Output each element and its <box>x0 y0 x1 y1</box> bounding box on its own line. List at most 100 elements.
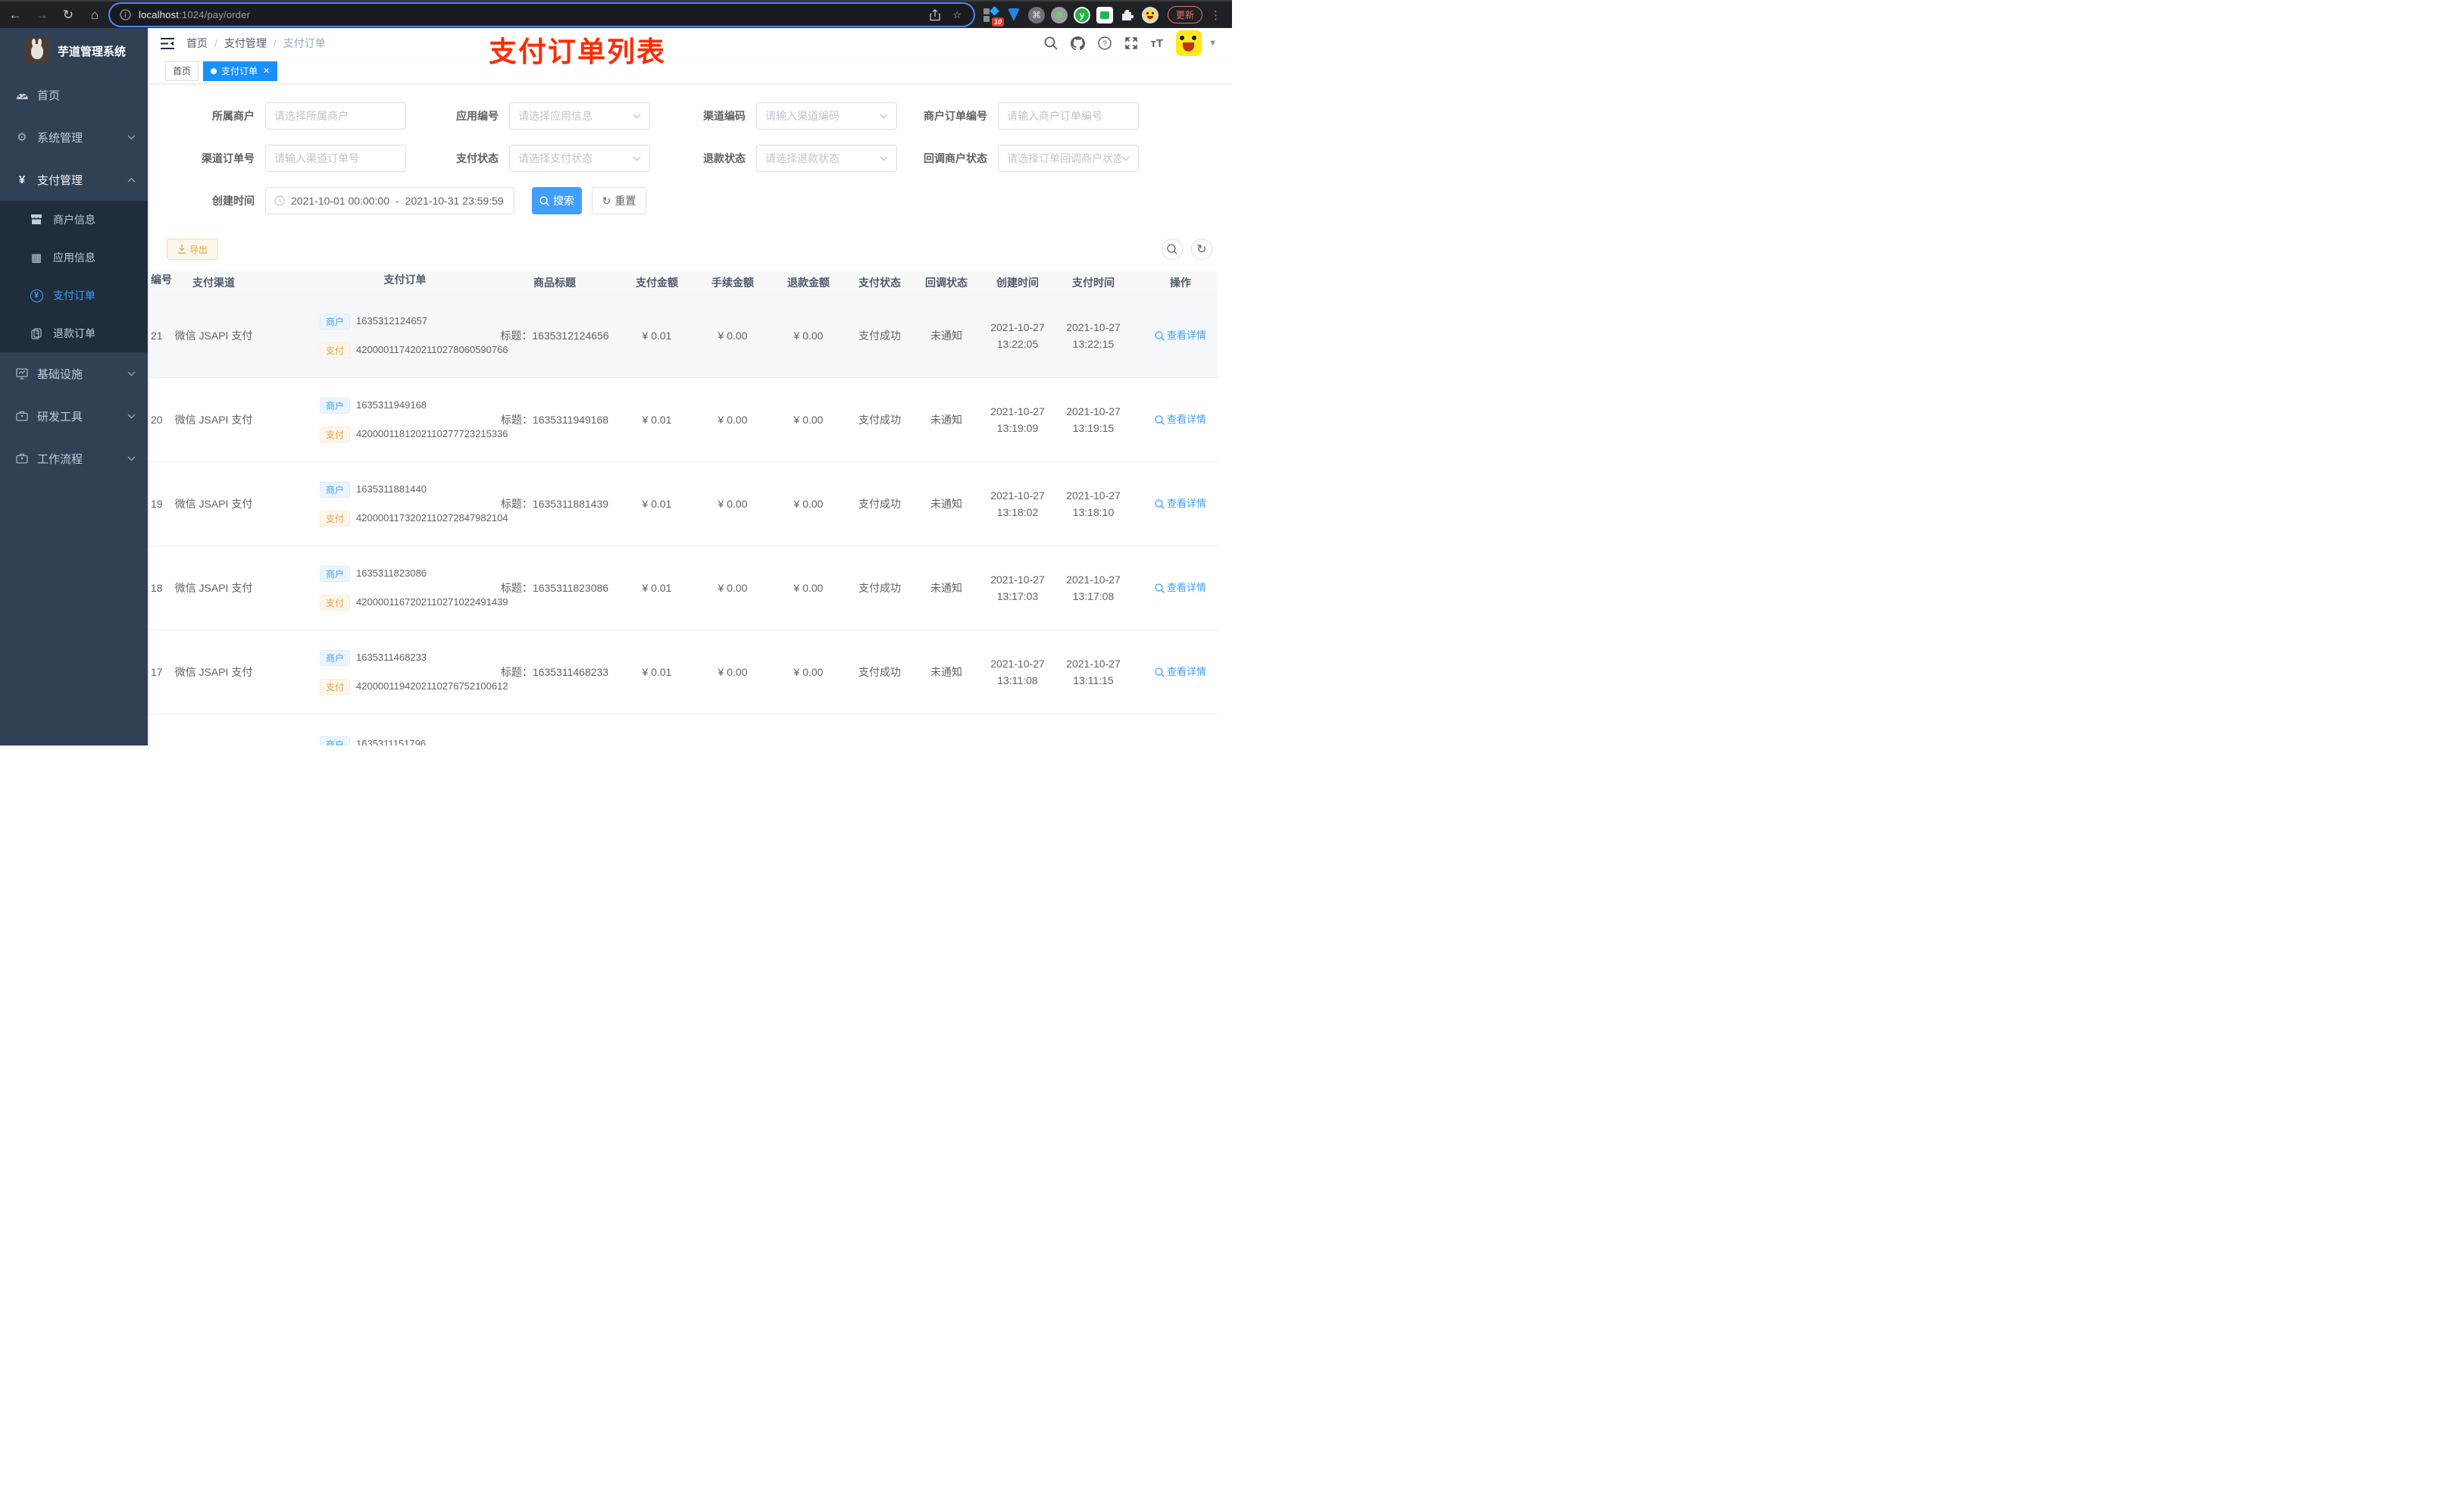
cell-id: 18 <box>151 582 163 594</box>
filter-label-pay-status: 支付状态 <box>456 152 499 164</box>
cell-pay-status: 支付成功 <box>858 582 901 594</box>
cell-channel <box>172 714 255 746</box>
export-button[interactable]: 导出 <box>167 239 218 260</box>
breadcrumb-pay[interactable]: 支付管理 <box>224 36 267 51</box>
reload-icon[interactable]: ↻ <box>61 8 76 23</box>
view-detail-link[interactable]: 查看详情 <box>1155 411 1206 428</box>
extension-blocks-icon[interactable]: 10 <box>983 5 1004 27</box>
merchant-order-no-input[interactable]: 请输入商户订单编号 <box>998 102 1139 130</box>
cell-title: 标题：1635312124656 <box>500 330 609 342</box>
cell-fee-amount: ¥ 0.00 <box>718 330 748 342</box>
app-select[interactable]: 请选择应用信息 <box>509 102 650 130</box>
collapse-sidebar-icon[interactable] <box>161 37 174 49</box>
share-icon[interactable] <box>930 8 940 21</box>
sidebar-item-app-info[interactable]: ▦ 应用信息 <box>0 239 148 277</box>
channel-pay-no: 4200001194202110276752100612 <box>356 680 508 692</box>
date-range-picker[interactable]: 2021-10-01 00:00:00 - 2021-10-31 23:59:5… <box>265 187 514 214</box>
view-detail-link[interactable]: 查看详情 <box>1155 664 1206 680</box>
channel-order-no-input[interactable]: 请输入渠道订单号 <box>265 145 406 172</box>
extension-y-icon[interactable]: y <box>1074 6 1090 23</box>
cell-pay-status: 支付成功 <box>858 498 901 510</box>
avatar-caret-icon[interactable]: ▼ <box>1209 39 1217 48</box>
merchant-tag: 商户 <box>320 397 351 414</box>
view-detail-link[interactable]: 查看详情 <box>1155 327 1206 344</box>
sidebar-item-devtools[interactable]: 研发工具 <box>0 395 148 437</box>
font-size-icon[interactable]: ᴛT <box>1151 37 1164 50</box>
cell-create-time: 2021-10-27 13:19:09 <box>990 405 1045 434</box>
extension-chat-icon[interactable] <box>1096 6 1113 23</box>
col-title: 商品标题 <box>533 277 576 289</box>
app-logo[interactable]: 芋道管理系统 <box>0 28 148 73</box>
sidebar-item-system[interactable]: ⚙ 系统管理 <box>0 116 148 158</box>
table-row[interactable]: 21 微信 JSAPI 支付 商户 1635312124657 支付 42000… <box>149 294 1218 378</box>
sidebar-item-refund-order[interactable]: 退款订单 <box>0 314 148 352</box>
cell-pay-time: 2021-10-27 13:11:15 <box>1066 658 1121 686</box>
cell-channel: 微信 JSAPI 支付 <box>174 414 253 426</box>
help-icon[interactable]: ? <box>1097 36 1112 50</box>
browser-menu-icon[interactable]: ⋮ <box>1210 8 1221 22</box>
address-bar[interactable]: localhost:1024/pay/order ☆ <box>110 4 974 26</box>
cell-refund-amount: ¥ 0.00 <box>793 582 824 594</box>
bookmark-star-icon[interactable]: ☆ <box>952 9 962 21</box>
cell-pay-amount: ¥ 0.01 <box>642 330 672 342</box>
profile-emoji-icon[interactable] <box>1142 6 1159 23</box>
chrome-update-button[interactable]: 更新 <box>1168 6 1203 23</box>
extension-command-icon[interactable]: ⌘ <box>1028 6 1045 23</box>
forward-icon[interactable]: → <box>34 8 49 23</box>
cell-notify-status: 未通知 <box>930 414 962 426</box>
extension-dot-icon[interactable] <box>1051 6 1068 23</box>
table-row[interactable]: 18 微信 JSAPI 支付 商户 1635311823086 支付 42000… <box>149 546 1218 630</box>
github-icon[interactable] <box>1070 36 1085 50</box>
home-icon[interactable]: ⌂ <box>87 8 102 23</box>
cell-fee-amount: ¥ 0.00 <box>718 498 748 510</box>
fullscreen-icon[interactable] <box>1124 36 1138 50</box>
table-row[interactable]: 19 微信 JSAPI 支付 商户 1635311881440 支付 42000… <box>149 462 1218 546</box>
cell-fee-amount: ¥ 0.00 <box>718 582 748 594</box>
cell-refund-amount <box>771 714 846 746</box>
user-avatar[interactable] <box>1176 30 1202 56</box>
sidebar-item-merchant-info[interactable]: 商户信息 <box>0 201 148 239</box>
store-icon <box>29 214 44 225</box>
col-actions: 操作 <box>1170 277 1191 289</box>
toggle-search-button[interactable] <box>1162 239 1183 260</box>
view-detail-link[interactable]: 查看详情 <box>1155 580 1206 596</box>
cell-pay-status: 支付成功 <box>858 414 901 426</box>
back-icon[interactable]: ← <box>8 8 23 23</box>
reset-button[interactable]: ↻ 重置 <box>592 187 646 214</box>
view-detail-link[interactable]: 查看详情 <box>1155 495 1206 512</box>
table-row[interactable]: 商户 1635311151796 <box>149 714 1218 746</box>
cell-create-time: 2021-10-27 13:17:03 <box>990 574 1045 602</box>
col-pay-status: 支付状态 <box>858 277 901 289</box>
extension-gem-icon[interactable] <box>1005 7 1022 23</box>
tag-home[interactable]: 首页 <box>165 61 199 81</box>
cell-pay-order: 商户 1635311881440 支付 42000011732021102728… <box>255 462 508 545</box>
tag-pay-order[interactable]: 支付订单 ✕ <box>203 61 278 81</box>
chevron-down-icon <box>127 456 136 461</box>
filter-label-channel-code: 渠道编码 <box>703 110 746 122</box>
sidebar-item-workflow[interactable]: 工作流程 <box>0 437 148 480</box>
refund-status-select[interactable]: 请选择退款状态 <box>756 145 897 172</box>
yen-circle-icon: ¥ <box>29 289 44 302</box>
table-row[interactable]: 17 微信 JSAPI 支付 商户 1635311468233 支付 42000… <box>149 630 1218 714</box>
breadcrumb-home[interactable]: 首页 <box>186 36 208 51</box>
notify-status-select[interactable]: 请选择订单回调商户状态 <box>998 145 1139 172</box>
sidebar-item-pay[interactable]: ¥ 支付管理 <box>0 158 148 201</box>
sidebar-item-pay-order[interactable]: ¥ 支付订单 <box>0 277 148 314</box>
search-icon[interactable] <box>1044 36 1058 50</box>
merchant-tag: 商户 <box>320 649 351 666</box>
pay-status-select[interactable]: 请选择支付状态 <box>509 145 650 172</box>
sidebar-item-infra[interactable]: 基础设施 <box>0 352 148 395</box>
extensions-puzzle-icon[interactable] <box>1119 7 1136 23</box>
site-info-icon[interactable] <box>120 9 131 20</box>
search-button[interactable]: 搜索 <box>532 187 582 214</box>
merchant-select[interactable]: 请选择所属商户 <box>265 102 406 130</box>
close-tag-icon[interactable]: ✕ <box>263 66 270 76</box>
table-body: 21 微信 JSAPI 支付 商户 1635312124657 支付 42000… <box>149 294 1218 746</box>
refresh-table-button[interactable]: ↻ <box>1191 239 1212 260</box>
table-row[interactable]: 20 微信 JSAPI 支付 商户 1635311949168 支付 42000… <box>149 378 1218 462</box>
channel-code-select[interactable]: 请输入渠道编码 <box>756 102 897 130</box>
cell-channel: 微信 JSAPI 支付 <box>174 666 253 678</box>
select-arrow-icon <box>633 114 641 119</box>
sidebar-item-home[interactable]: 首页 <box>0 73 148 116</box>
cell-pay-time: 2021-10-27 13:19:15 <box>1066 405 1121 434</box>
